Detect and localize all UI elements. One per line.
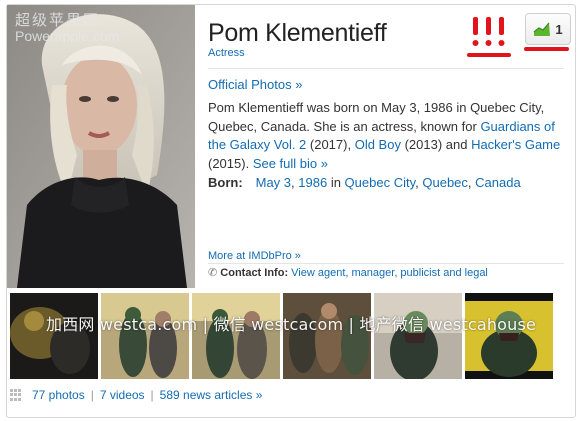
born-row: Born: May 3, 1986 in Quebec City, Quebec… [208,175,521,190]
born-in: in [327,175,345,190]
trend-chart-icon [534,22,551,36]
bio-text-2: (2017), [306,137,355,152]
red-annotation-marks [467,17,511,57]
born-label: Born: [208,175,243,190]
born-comma-3: , [467,175,472,190]
divider [208,263,564,264]
official-photos-link[interactable]: Official Photos » [208,77,302,92]
born-comma-1: , [291,175,295,190]
profile-photo[interactable]: 超级苹果网 Powerapple.com [7,5,195,288]
birth-year-link[interactable]: 1986 [298,175,327,190]
photo-thumbnail[interactable] [374,293,462,379]
news-articles-link[interactable]: 589 news articles » [160,388,263,402]
film-link-hackers-game[interactable]: Hacker's Game [471,137,560,152]
photo-thumbnail[interactable] [465,293,553,379]
separator: | [150,388,154,402]
photo-strip [10,293,553,379]
watermark-en: Powerapple.com [15,28,120,44]
divider [208,68,564,69]
see-full-bio-link[interactable]: See full bio » [253,156,328,171]
bio-text-4: (2015). [208,155,253,171]
photos-count-link[interactable]: 77 photos [32,388,85,402]
birth-province-link[interactable]: Quebec [422,175,468,190]
starmeter-value: 1 [555,21,563,37]
photo-thumbnail[interactable] [101,293,189,379]
videos-count-link[interactable]: 7 videos [100,388,145,402]
contact-label: Contact Info: [220,267,289,279]
birth-city-link[interactable]: Quebec City [345,175,416,190]
contact-info: ✆ Contact Info: View agent, manager, pub… [208,266,488,279]
grid-icon [10,389,22,401]
red-underline [524,47,569,51]
photo-thumbnail[interactable] [10,293,98,379]
contact-details-link[interactable]: View agent, manager, publicist and legal [291,267,488,279]
photo-thumbnail[interactable] [283,293,371,379]
watermark-cn: 超级苹果网 [15,11,101,29]
separator: | [90,388,94,402]
film-link-old-boy[interactable]: Old Boy [355,137,401,152]
person-name: Pom Klementieff [208,19,387,47]
bio-text-3: (2013) and [400,137,472,152]
birth-date-link[interactable]: May 3 [256,175,291,190]
imdbpro-link[interactable]: More at IMDbPro » [208,250,301,262]
watermark-top: 超级苹果网 Powerapple.com [15,11,120,44]
birth-country-link[interactable]: Canada [475,175,521,190]
person-role[interactable]: Actress [208,47,245,59]
bio-text: Pom Klementieff was born on May 3, 1986 … [208,99,564,173]
media-links: 77 photos | 7 videos | 589 news articles… [10,388,262,402]
photo-thumbnail[interactable] [192,293,280,379]
starmeter-button[interactable]: 1 [525,13,571,45]
watermark-middle: 加西网 westca.com | 微信 westcacom | 地产微信 wes… [46,315,537,334]
phone-icon: ✆ [208,267,218,279]
born-comma-2: , [415,175,419,190]
